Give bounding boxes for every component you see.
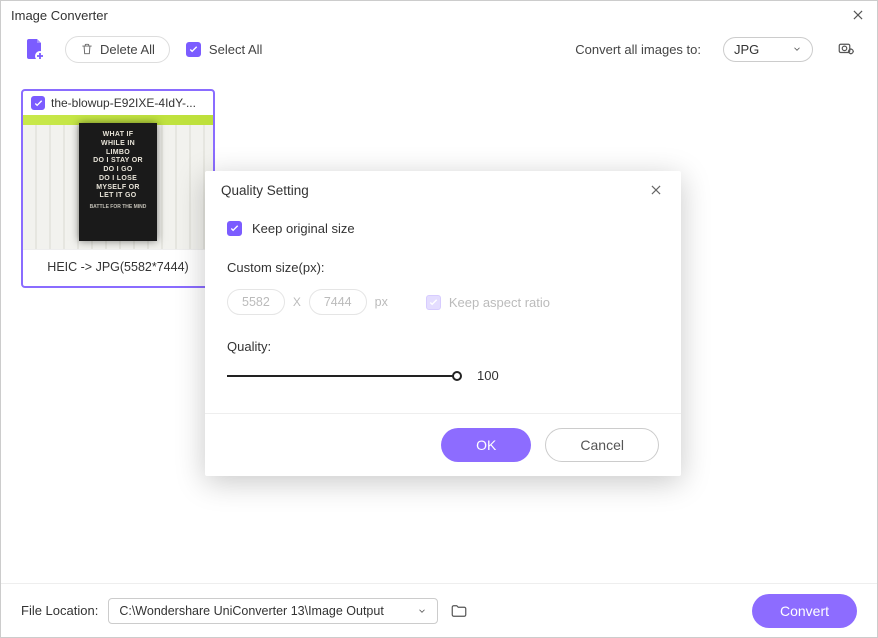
- keep-aspect-label: Keep aspect ratio: [449, 295, 550, 310]
- checkbox-icon: [186, 42, 201, 57]
- poster-line: DO I STAY OR: [83, 157, 153, 166]
- thumbnail-filename: the-blowup-E92IXE-4IdY-...: [51, 96, 196, 110]
- close-icon: [851, 8, 865, 22]
- window-titlebar: Image Converter: [1, 1, 877, 29]
- chevron-down-icon: [417, 606, 427, 616]
- poster-line: DO I GO: [83, 166, 153, 175]
- dimension-separator: X: [293, 295, 301, 309]
- window-title: Image Converter: [11, 8, 849, 23]
- slider-thumb[interactable]: [452, 371, 462, 381]
- delete-all-label: Delete All: [100, 42, 155, 57]
- poster-line: BATTLE FOR THE MIND: [83, 204, 153, 210]
- poster-line: WHAT IF: [83, 131, 153, 140]
- output-format-value: JPG: [734, 42, 759, 57]
- camera-gear-icon: [837, 39, 855, 57]
- output-format-dropdown[interactable]: JPG: [723, 37, 813, 62]
- output-settings-button[interactable]: [837, 39, 857, 59]
- dialog-footer: OK Cancel: [205, 413, 681, 476]
- convert-all-label: Convert all images to:: [575, 42, 701, 57]
- keep-original-label: Keep original size: [252, 221, 355, 236]
- footer: File Location: C:\Wondershare UniConvert…: [1, 583, 877, 637]
- select-all-checkbox[interactable]: Select All: [186, 42, 262, 57]
- checkbox-icon: [426, 295, 441, 310]
- check-icon: [428, 297, 439, 308]
- open-folder-button[interactable]: [448, 600, 470, 622]
- dialog-title: Quality Setting: [221, 183, 647, 198]
- quality-label: Quality:: [227, 339, 659, 354]
- poster-line: DO I LOSE: [83, 175, 153, 184]
- trash-icon: [80, 42, 94, 56]
- delete-all-button[interactable]: Delete All: [65, 36, 170, 63]
- chevron-down-icon: [792, 44, 802, 54]
- poster-line: WHILE IN: [83, 140, 153, 149]
- add-file-icon: [23, 37, 47, 61]
- quality-value: 100: [477, 368, 499, 383]
- image-thumbnail-card[interactable]: the-blowup-E92IXE-4IdY-... WHAT IF WHILE…: [21, 89, 215, 288]
- height-input[interactable]: 7444: [309, 289, 367, 315]
- add-file-button[interactable]: [21, 35, 49, 63]
- quality-setting-dialog: Quality Setting Keep original size Custo…: [205, 171, 681, 476]
- dialog-close-button[interactable]: [647, 181, 665, 199]
- file-location-label: File Location:: [21, 603, 98, 618]
- close-icon: [649, 183, 663, 197]
- check-icon: [188, 44, 199, 55]
- quality-slider[interactable]: [227, 371, 457, 381]
- thumbnail-preview: WHAT IF WHILE IN LIMBO DO I STAY OR DO I…: [23, 115, 213, 249]
- file-location-dropdown[interactable]: C:\Wondershare UniConverter 13\Image Out…: [108, 598, 438, 624]
- check-icon: [229, 223, 240, 234]
- ok-button[interactable]: OK: [441, 428, 531, 462]
- poster-line: LET IT GO: [83, 192, 153, 201]
- thumbnail-caption: HEIC -> JPG(5582*7444): [23, 249, 213, 286]
- cancel-button[interactable]: Cancel: [545, 428, 659, 462]
- custom-size-label: Custom size(px):: [227, 260, 659, 275]
- poster-line: MYSELF OR: [83, 184, 153, 193]
- thumbnail-header: the-blowup-E92IXE-4IdY-...: [23, 91, 213, 115]
- keep-aspect-ratio-checkbox: Keep aspect ratio: [426, 295, 550, 310]
- poster-line: LIMBO: [83, 149, 153, 158]
- select-all-label: Select All: [209, 42, 262, 57]
- dialog-header: Quality Setting: [205, 171, 681, 209]
- window-close-button[interactable]: [849, 6, 867, 24]
- toolbar: Delete All Select All Convert all images…: [1, 29, 877, 69]
- file-location-path: C:\Wondershare UniConverter 13\Image Out…: [119, 604, 383, 618]
- folder-icon: [450, 602, 468, 620]
- keep-original-checkbox[interactable]: [227, 221, 242, 236]
- unit-label: px: [375, 295, 388, 309]
- convert-button[interactable]: Convert: [752, 594, 857, 628]
- thumbnail-poster: WHAT IF WHILE IN LIMBO DO I STAY OR DO I…: [79, 123, 157, 241]
- check-icon: [33, 98, 44, 109]
- width-input[interactable]: 5582: [227, 289, 285, 315]
- thumbnail-checkbox[interactable]: [31, 96, 45, 110]
- slider-track: [227, 375, 457, 377]
